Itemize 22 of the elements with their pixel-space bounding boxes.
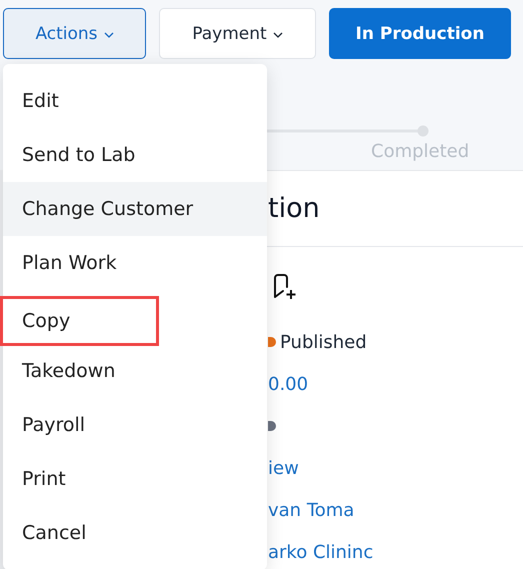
dropdown-button[interactable]: Actions xyxy=(3,8,146,59)
menu-item[interactable]: Send to Lab xyxy=(3,128,267,182)
detail-link[interactable]: 0.00 xyxy=(268,374,308,394)
detail-link[interactable]: arko Clininc xyxy=(268,542,374,562)
detail-link[interactable]: iew xyxy=(268,458,299,478)
chevron-down-icon xyxy=(272,32,283,38)
step-label: Completed xyxy=(371,141,470,162)
status-text: Published xyxy=(280,332,367,352)
chevron-down-icon xyxy=(104,32,114,38)
detail-link[interactable]: van Toma xyxy=(268,500,354,520)
menu-item[interactable]: Change Customer xyxy=(3,182,267,236)
menu-item[interactable]: Takedown xyxy=(3,344,267,398)
dropdown-button[interactable]: Payment xyxy=(159,8,316,59)
menu-item[interactable]: Copy xyxy=(0,296,159,346)
status-button[interactable]: In Production xyxy=(329,8,511,59)
menu-item[interactable]: Edit xyxy=(3,74,267,128)
menu-item[interactable]: Print xyxy=(3,452,267,506)
menu-item[interactable]: Cancel xyxy=(3,506,267,560)
menu-item[interactable]: Payroll xyxy=(3,398,267,452)
bookmark-plus-icon[interactable] xyxy=(272,273,298,301)
page-heading: tion xyxy=(268,193,320,224)
menu-item[interactable]: Plan Work xyxy=(3,236,267,290)
